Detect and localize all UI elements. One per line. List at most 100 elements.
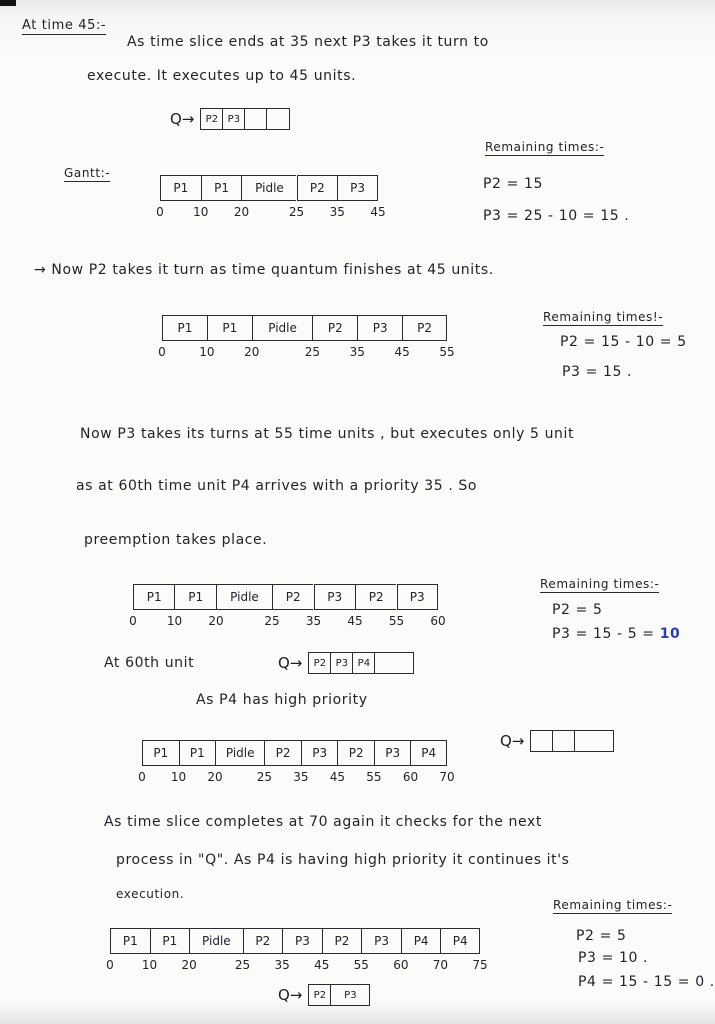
remaining-3-p3-expression: P3 = 15 - 5 = — [552, 626, 655, 642]
gantt-cell-p3: P3 — [300, 740, 338, 766]
gantt-tick-label: 60 — [393, 958, 409, 972]
gantt-cell-p1: P1 — [200, 175, 242, 201]
intro-line-2: execute. It executes up to 45 units. — [87, 68, 357, 84]
gantt-cell-p2: P2 — [402, 315, 447, 341]
remaining-4-p3: P3 = 10 . — [578, 950, 649, 966]
section-title: At time 45:- — [22, 18, 107, 35]
gantt-tick-label: 10 — [166, 614, 183, 628]
remaining-1-p2: P2 = 15 — [483, 176, 543, 192]
gantt-tick-label: 55 — [366, 770, 382, 784]
queue-slots: P2 P3 P4 — [308, 652, 415, 674]
gantt-cell-p4: P4 — [440, 928, 480, 954]
gantt-cell-p2: P2 — [264, 740, 301, 766]
remaining-times-title-2: Remaining times!- — [543, 310, 664, 326]
gantt-tick-label: 0 — [106, 958, 114, 972]
gantt-cell-p3: P3 — [282, 928, 322, 954]
gantt-cell-pidle: Pidle — [215, 740, 265, 766]
gantt-cell-p1: P1 — [160, 175, 201, 201]
gantt-cell-p2: P2 — [321, 928, 362, 954]
paragraph-3-line-3: preemption takes place. — [84, 532, 268, 548]
gantt-chart-2: P1 P1 Pidle P2 P3 P2 0 10 20 25 35 45 55 — [158, 315, 455, 359]
gantt-tick-label: 20 — [208, 614, 224, 628]
gantt-chart-1: P1 P1 Pidle P2 P3 0 10 20 25 35 45 — [156, 175, 386, 219]
gantt-tick-label: 45 — [347, 614, 363, 628]
remaining-times-title-4: Remaining times:- — [553, 898, 673, 914]
remaining-3-p3: P3 = 15 - 5 = 10 — [552, 626, 680, 642]
gantt-tick-label: 10 — [199, 345, 215, 359]
gantt-cell-pidle: Pidle — [241, 175, 297, 201]
queue-slot-p2: P2 — [309, 653, 332, 673]
remaining-1-p3: P3 = 25 - 10 = 15 . — [483, 208, 630, 224]
gantt-tick-label: 20 — [244, 345, 260, 359]
paragraph-2: → Now P2 takes it turn as time quantum f… — [34, 262, 494, 278]
gantt-tick-label: 45 — [314, 958, 330, 972]
gantt-tick-label: 20 — [207, 770, 223, 784]
paragraph-3-line-1: Now P3 takes its turns at 55 time units … — [80, 426, 575, 442]
gantt-tick-label: 25 — [288, 205, 305, 219]
gantt-tick-label: 45 — [394, 345, 410, 359]
gantt-cell-p1: P1 — [174, 584, 216, 610]
gantt-tick-label: 0 — [129, 614, 137, 628]
paragraph-4-line-2: process in "Q". As P4 is having high pri… — [116, 852, 570, 868]
remaining-3-p3-corrected-value: 10 — [659, 626, 681, 642]
queue-label: Q→ — [170, 110, 195, 128]
queue-slot-empty — [375, 653, 413, 673]
gantt-cell-p3: P3 — [396, 584, 438, 610]
ready-queue-4: Q→ P2 P3 — [278, 984, 371, 1006]
gantt-tick-label: 25 — [304, 345, 320, 359]
queue-slot-empty — [575, 731, 613, 751]
intro-line-1: As time slice ends at 35 next P3 takes i… — [127, 34, 489, 50]
gantt-tick-label: 55 — [353, 958, 369, 972]
queue-label: Q→ — [278, 986, 303, 1004]
queue-slot-p3: P3 — [223, 109, 246, 129]
gantt-tick-label: 55 — [439, 345, 455, 359]
queue-slot-p2: P2 — [201, 109, 224, 129]
gantt-cell-p1: P1 — [142, 740, 179, 766]
at-60th-unit-label: At 60th unit — [104, 655, 195, 671]
gantt-tick-label: 0 — [138, 770, 146, 784]
queue-slot-empty — [267, 109, 289, 129]
gantt-tick-label: 45 — [370, 205, 386, 219]
remaining-3-p2: P2 = 5 — [552, 602, 603, 618]
gantt-tick-label: 20 — [233, 205, 250, 219]
gantt-cell-p2: P2 — [337, 740, 374, 766]
paragraph-4-line-3: execution. — [116, 887, 185, 901]
gantt-cell-p1: P1 — [149, 928, 190, 954]
queue-slot-empty — [553, 731, 576, 751]
queue-label: Q→ — [278, 654, 303, 672]
gantt-cell-pidle: Pidle — [215, 584, 272, 610]
gantt-cell-p3: P3 — [313, 584, 355, 610]
gantt-cell-pidle: Pidle — [189, 928, 243, 954]
gantt-tick-label: 35 — [293, 770, 309, 784]
gantt-cell-p3: P3 — [337, 175, 378, 201]
gantt-cell-p1: P1 — [110, 928, 150, 954]
queue-slot-p4: P4 — [353, 653, 376, 673]
paragraph-3-line-2: as at 60th time unit P4 arrives with a p… — [76, 478, 478, 494]
queue-slot-p2: P2 — [309, 985, 332, 1005]
remaining-4-p2: P2 = 5 — [576, 928, 627, 944]
gantt-cell-p1: P1 — [133, 584, 175, 610]
gantt-tick-label: 60 — [430, 614, 446, 628]
gantt-cell-p2: P2 — [312, 315, 358, 341]
gantt-tick-label: 35 — [349, 345, 365, 359]
gantt-tick-label: 75 — [472, 958, 488, 972]
paragraph-4-line-1: As time slice completes at 70 again it c… — [104, 814, 542, 830]
gantt-tick-label: 25 — [234, 958, 251, 972]
gantt-label: Gantt:- — [64, 166, 111, 182]
gantt-cell-p3: P3 — [361, 928, 401, 954]
remaining-2-p2: P2 = 15 - 10 = 5 — [560, 334, 687, 350]
gantt-tick-label: 45 — [329, 770, 346, 784]
remaining-4-p4: P4 = 15 - 15 = 0 . — [578, 974, 715, 990]
gantt-cell-p2: P2 — [355, 584, 397, 610]
notebook-page — [0, 0, 715, 1024]
gantt-cell-p3: P3 — [373, 740, 411, 766]
gantt-tick-label: 35 — [329, 205, 345, 219]
gantt-tick-label: 10 — [141, 958, 158, 972]
queue-slot-p3: P3 — [331, 653, 354, 673]
ready-queue-3-empty: Q→ — [500, 730, 615, 752]
gantt-chart-5: P1 P1 Pidle P2 P3 P2 P3 P4 P4 0 10 20 25 35 45 55 60 70 75 — [106, 928, 488, 972]
p4-priority-note: As P4 has high priority — [196, 692, 368, 708]
remaining-times-title-3: Remaining times:- — [540, 577, 660, 593]
gantt-tick-label: 25 — [264, 614, 280, 628]
gantt-tick-label: 70 — [439, 770, 455, 784]
